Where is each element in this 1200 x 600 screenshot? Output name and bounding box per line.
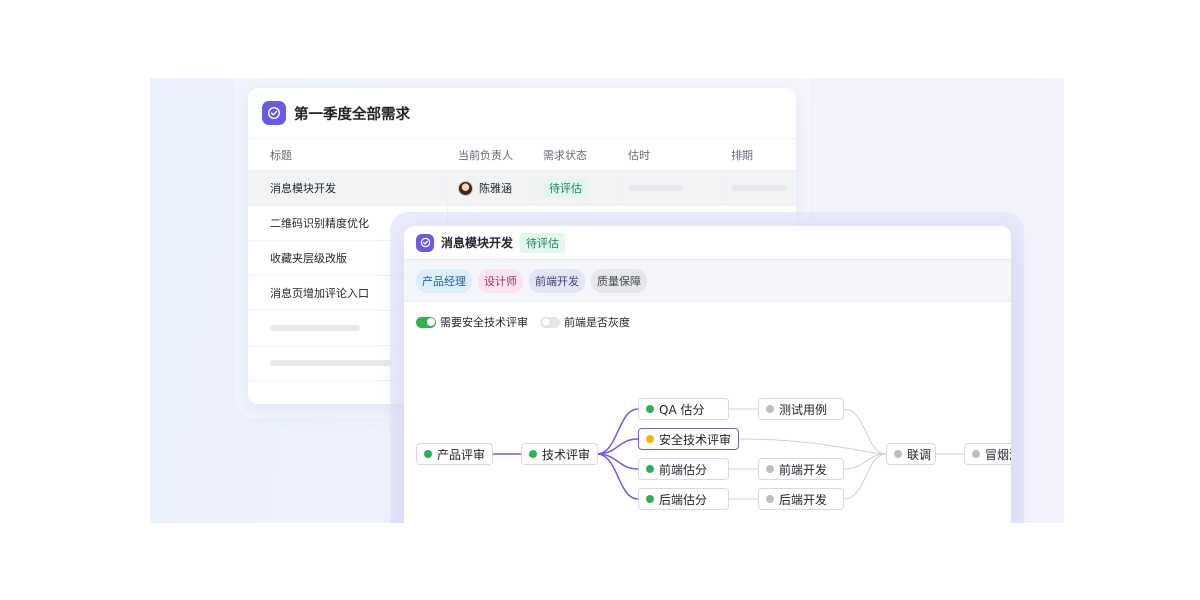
owner-name: 陈雅涵: [479, 182, 512, 195]
flow-node-smoke-test[interactable]: 冒烟测试: [964, 443, 1011, 465]
table-row[interactable]: 消息模块开发 陈雅涵 待评估: [248, 171, 796, 206]
status-dot-todo: [894, 450, 902, 458]
node-label: 后端开发: [779, 492, 828, 507]
placeholder-bar: [628, 185, 684, 191]
row-owner: 陈雅涵: [448, 171, 533, 205]
node-label: 产品评审: [437, 447, 486, 462]
node-label: 前端估分: [659, 462, 708, 477]
check-circle-icon: [416, 233, 434, 252]
column-header-estimate[interactable]: 估时: [618, 147, 721, 163]
column-header-title[interactable]: 标题: [248, 147, 448, 163]
placeholder-bar: [270, 360, 392, 366]
role-tag-frontend[interactable]: 前端开发: [529, 268, 585, 293]
row-schedule-cell: [721, 185, 796, 191]
status-dot-pending: [646, 435, 654, 443]
status-dot-todo: [766, 465, 774, 473]
node-label: 测试用例: [779, 402, 828, 417]
node-label: 冒烟测试: [985, 447, 1011, 462]
toggle-security-review[interactable]: 需要安全技术评审: [416, 314, 528, 330]
status-dot-done: [646, 495, 654, 503]
role-tag-product-manager[interactable]: 产品经理: [416, 268, 472, 293]
role-tags: 产品经理 设计师 前端开发 质量保障: [404, 260, 1011, 302]
flow-node-backend-dev[interactable]: 后端开发: [758, 488, 844, 510]
status-dot-done: [646, 405, 654, 413]
toggle-switch-on[interactable]: [416, 316, 436, 328]
workflow-canvas: 产品评审 技术评审 QA 估分 安全技术评审 前端估分 后端估分 测试用例 前端…: [404, 371, 1011, 523]
status-badge: 待评估: [543, 178, 588, 198]
role-tag-designer[interactable]: 设计师: [478, 268, 523, 293]
column-header-schedule[interactable]: 排期: [721, 147, 796, 163]
toggle-switch-off[interactable]: [540, 316, 560, 328]
column-header-status[interactable]: 需求状态: [533, 147, 618, 163]
node-label: 前端开发: [779, 462, 828, 477]
status-dot-todo: [766, 405, 774, 413]
placeholder-bar: [270, 325, 360, 331]
status-dot-done: [424, 450, 432, 458]
check-circle-icon: [262, 101, 286, 125]
flow-node-qa-estimate[interactable]: QA 估分: [638, 398, 729, 420]
node-label: 技术评审: [542, 447, 591, 462]
avatar: [458, 180, 473, 196]
node-label: 安全技术评审: [659, 432, 732, 447]
row-title: 消息模块开发: [248, 171, 448, 205]
status-dot-done: [529, 450, 537, 458]
table-title: 第一季度全部需求: [294, 106, 410, 123]
toggle-label: 需要安全技术评审: [440, 316, 528, 329]
option-toggles: 需要安全技术评审 前端是否灰度: [404, 302, 1011, 330]
toggle-label: 前端是否灰度: [564, 316, 630, 329]
flow-node-integration[interactable]: 联调: [886, 443, 936, 465]
flow-node-frontend-dev[interactable]: 前端开发: [758, 458, 844, 480]
flow-node-backend-estimate[interactable]: 后端估分: [638, 488, 729, 510]
placeholder-bar: [731, 185, 787, 191]
flow-node-tech-review[interactable]: 技术评审: [521, 443, 599, 465]
column-header-owner[interactable]: 当前负责人: [448, 147, 533, 163]
row-status-cell: 待评估: [533, 171, 618, 205]
status-badge: 待评估: [520, 232, 566, 253]
node-label: QA 估分: [659, 402, 705, 417]
flow-node-test-cases[interactable]: 测试用例: [758, 398, 844, 420]
flow-node-frontend-estimate[interactable]: 前端估分: [638, 458, 729, 480]
toggle-frontend-gray-release[interactable]: 前端是否灰度: [540, 314, 630, 330]
flow-node-product-review[interactable]: 产品评审: [416, 443, 494, 465]
hero-illustration: 第一季度全部需求 标题 当前负责人 需求状态 估时 排期 消息模块开发 陈雅涵 …: [150, 78, 1064, 523]
status-dot-todo: [766, 495, 774, 503]
table-column-headers: 标题 当前负责人 需求状态 估时 排期: [248, 138, 796, 171]
status-dot-todo: [972, 450, 980, 458]
flow-node-security-review[interactable]: 安全技术评审: [638, 428, 740, 450]
table-header-bar: 第一季度全部需求: [248, 88, 796, 138]
role-tag-qa[interactable]: 质量保障: [591, 268, 647, 293]
row-estimate-cell: [618, 171, 721, 205]
detail-title: 消息模块开发: [441, 236, 514, 250]
detail-header: 消息模块开发 待评估: [404, 226, 1011, 260]
node-label: 联调: [907, 447, 932, 462]
status-dot-done: [646, 465, 654, 473]
node-label: 后端估分: [659, 492, 708, 507]
requirement-detail-card: 消息模块开发 待评估 产品经理 设计师 前端开发 质量保障 需要安全技术评审 前…: [404, 226, 1011, 523]
